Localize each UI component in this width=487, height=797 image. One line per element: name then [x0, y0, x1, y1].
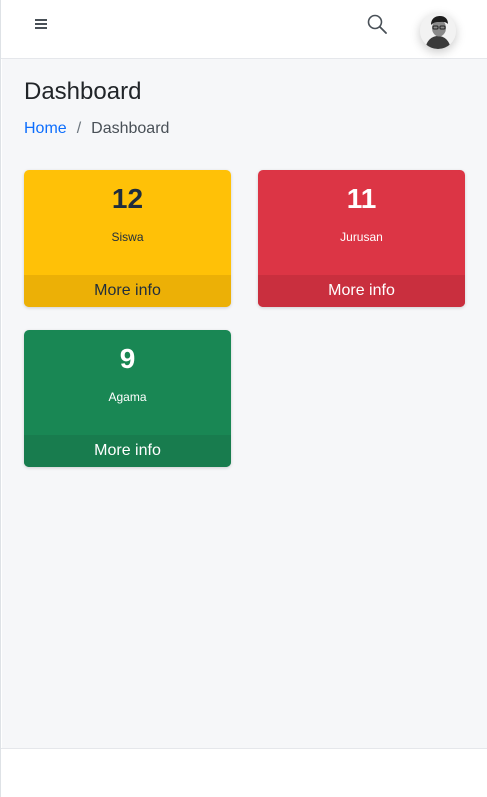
- stat-label: Siswa: [111, 230, 144, 244]
- app-frame: Dashboard Home / Dashboard 12 Siswa More i…: [0, 0, 487, 797]
- stat-count: 11: [346, 183, 377, 214]
- top-navbar: [1, 0, 487, 59]
- stat-card-agama: 9 Agama More info: [24, 330, 231, 467]
- stat-label: Jurusan: [340, 230, 383, 244]
- hamburger-icon[interactable]: [35, 17, 49, 31]
- breadcrumb-separator: /: [76, 120, 82, 137]
- search-glyph: [367, 14, 387, 34]
- more-info-link[interactable]: More info: [258, 275, 465, 307]
- breadcrumb-current: Dashboard: [91, 120, 170, 137]
- breadcrumb-home-link[interactable]: Home: [24, 120, 67, 137]
- stat-count: 12: [111, 183, 144, 214]
- more-info-link[interactable]: More info: [24, 435, 231, 467]
- footer-bar: [1, 748, 487, 797]
- stat-card-jurusan: 11 Jurusan More info: [258, 170, 465, 307]
- search-icon[interactable]: [365, 12, 389, 36]
- breadcrumb: Home / Dashboard: [24, 119, 169, 139]
- stat-count: 9: [119, 343, 136, 374]
- more-info-link[interactable]: More info: [24, 275, 231, 307]
- stat-card-siswa: 12 Siswa More info: [24, 170, 231, 307]
- avatar-image: [420, 13, 456, 49]
- stat-label: Agama: [108, 390, 147, 404]
- page-title: Dashboard: [24, 78, 142, 105]
- user-avatar[interactable]: [420, 13, 456, 49]
